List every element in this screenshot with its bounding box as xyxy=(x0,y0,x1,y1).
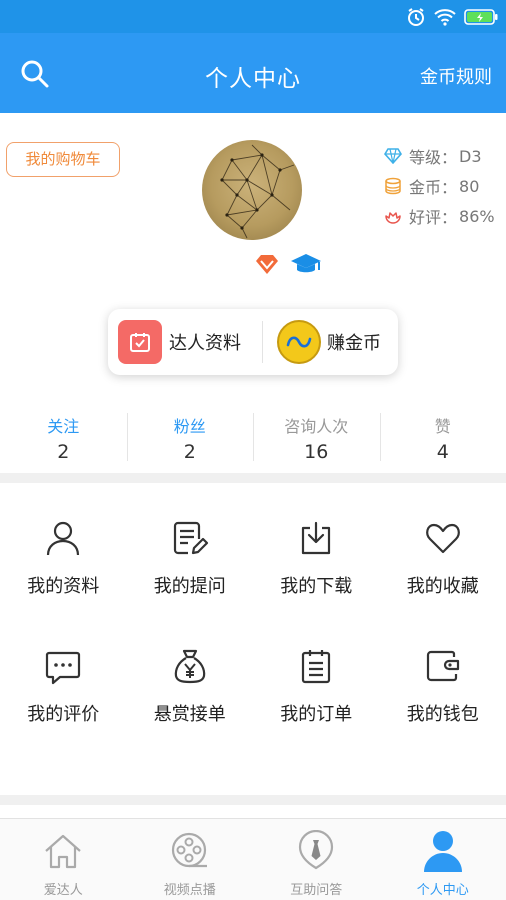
tab-video[interactable]: 视频点播 xyxy=(127,819,254,900)
tab-label: 视频点播 xyxy=(163,883,216,898)
flower-icon xyxy=(383,206,403,226)
shopping-cart-button[interactable]: 我的购物车 xyxy=(6,142,120,177)
home-icon xyxy=(41,829,85,873)
consult-value: 16 xyxy=(304,441,329,463)
person-icon xyxy=(421,829,465,873)
menu-label: 我的订单 xyxy=(280,704,353,725)
battery-icon xyxy=(464,9,498,25)
menu-label: 悬赏接单 xyxy=(153,704,226,725)
menu-item-bounty-orders[interactable]: 悬赏接单 xyxy=(127,646,254,774)
level-label: 等级： xyxy=(409,148,458,167)
film-reel-icon xyxy=(168,829,212,873)
menu-item-my-downloads[interactable]: 我的下载 xyxy=(253,518,380,646)
rating-value: 86% xyxy=(459,206,495,226)
status-bar xyxy=(0,0,506,33)
menu-label: 我的钱包 xyxy=(406,704,479,725)
rating-row: 好评： 86% xyxy=(383,201,495,231)
coin-rules-link[interactable]: 金币规则 xyxy=(420,63,492,89)
section-divider xyxy=(0,473,506,483)
level-value: D3 xyxy=(459,146,482,166)
menu-label: 我的资料 xyxy=(27,576,100,597)
menu-label: 我的评价 xyxy=(27,704,100,725)
follow-value: 2 xyxy=(57,441,70,463)
wallet-icon xyxy=(423,646,463,686)
wifi-icon xyxy=(434,8,456,26)
action-card: 达人资料 赚金币 xyxy=(108,309,398,375)
menu-item-my-questions[interactable]: 我的提问 xyxy=(127,518,254,646)
menu-label: 我的下载 xyxy=(280,576,353,597)
tab-profile[interactable]: 个人中心 xyxy=(380,819,506,900)
tab-label: 爱达人 xyxy=(43,883,83,898)
calendar-icon xyxy=(118,320,162,364)
tie-icon xyxy=(294,829,338,873)
fans-value: 2 xyxy=(183,441,196,463)
money-bag-icon xyxy=(170,646,210,686)
coins-row: 金币： 80 xyxy=(383,171,495,201)
follow-label: 关注 xyxy=(47,417,80,436)
section-divider xyxy=(0,795,506,805)
user-icon xyxy=(43,518,83,558)
avatar[interactable] xyxy=(202,140,302,240)
badge-row xyxy=(254,251,322,281)
tab-label: 互助问答 xyxy=(290,883,343,898)
diamond-badge-icon xyxy=(254,252,280,280)
graduation-cap-icon xyxy=(290,251,322,281)
diamond-icon xyxy=(383,146,403,166)
consult-label: 咨询人次 xyxy=(284,417,349,436)
download-icon xyxy=(296,518,336,558)
follow-count[interactable]: 关注 2 xyxy=(0,409,127,465)
coin-icon xyxy=(277,320,321,364)
menu-item-my-reviews[interactable]: 我的评价 xyxy=(0,646,127,774)
menu-label: 我的收藏 xyxy=(406,576,479,597)
comment-icon xyxy=(43,646,83,686)
menu-item-my-orders[interactable]: 我的订单 xyxy=(253,646,380,774)
rating-label: 好评： xyxy=(409,208,458,227)
fans-count[interactable]: 粉丝 2 xyxy=(126,409,254,465)
menu-grid: 我的资料 我的提问 我的下载 我的收藏 我的评价 悬赏接单 我的订单 我的钱包 xyxy=(0,483,506,795)
bottom-tab-bar: 爱达人 视频点播 互助问答 个人中心 xyxy=(0,818,506,900)
coin-stack-icon xyxy=(383,176,403,196)
status-icons xyxy=(406,6,498,28)
likes-count[interactable]: 赞 4 xyxy=(379,409,506,465)
expert-profile-label: 达人资料 xyxy=(169,333,241,354)
expert-profile-button[interactable]: 达人资料 xyxy=(108,309,262,375)
tab-qa[interactable]: 互助问答 xyxy=(253,819,380,900)
alarm-icon xyxy=(406,7,426,27)
header-bar: 个人中心 金币规则 xyxy=(0,33,506,113)
likes-value: 4 xyxy=(436,441,449,463)
order-list-icon xyxy=(296,646,336,686)
menu-label: 我的提问 xyxy=(153,576,226,597)
menu-item-my-favorites[interactable]: 我的收藏 xyxy=(380,518,506,646)
tab-label: 个人中心 xyxy=(416,883,469,898)
earn-coins-button[interactable]: 赚金币 xyxy=(263,309,381,375)
menu-item-my-wallet[interactable]: 我的钱包 xyxy=(380,646,506,774)
edit-document-icon xyxy=(170,518,210,558)
likes-label: 赞 xyxy=(434,417,451,436)
profile-section: 我的购物车 等级： D3 金币： 80 好评： 86% 达人资料 赚金币 关注 … xyxy=(0,113,506,473)
fans-label: 粉丝 xyxy=(173,417,206,436)
tab-home[interactable]: 爱达人 xyxy=(0,819,127,900)
consult-count[interactable]: 咨询人次 16 xyxy=(253,409,380,465)
earn-coins-label: 赚金币 xyxy=(327,333,381,354)
menu-item-my-profile[interactable]: 我的资料 xyxy=(0,518,127,646)
coins-label: 金币： xyxy=(409,178,458,197)
counts-row: 关注 2 粉丝 2 咨询人次 16 赞 4 xyxy=(0,409,506,465)
coins-value: 80 xyxy=(459,176,480,196)
heart-icon xyxy=(423,518,463,558)
user-stats: 等级： D3 金币： 80 好评： 86% xyxy=(383,141,495,231)
level-row: 等级： D3 xyxy=(383,141,495,171)
